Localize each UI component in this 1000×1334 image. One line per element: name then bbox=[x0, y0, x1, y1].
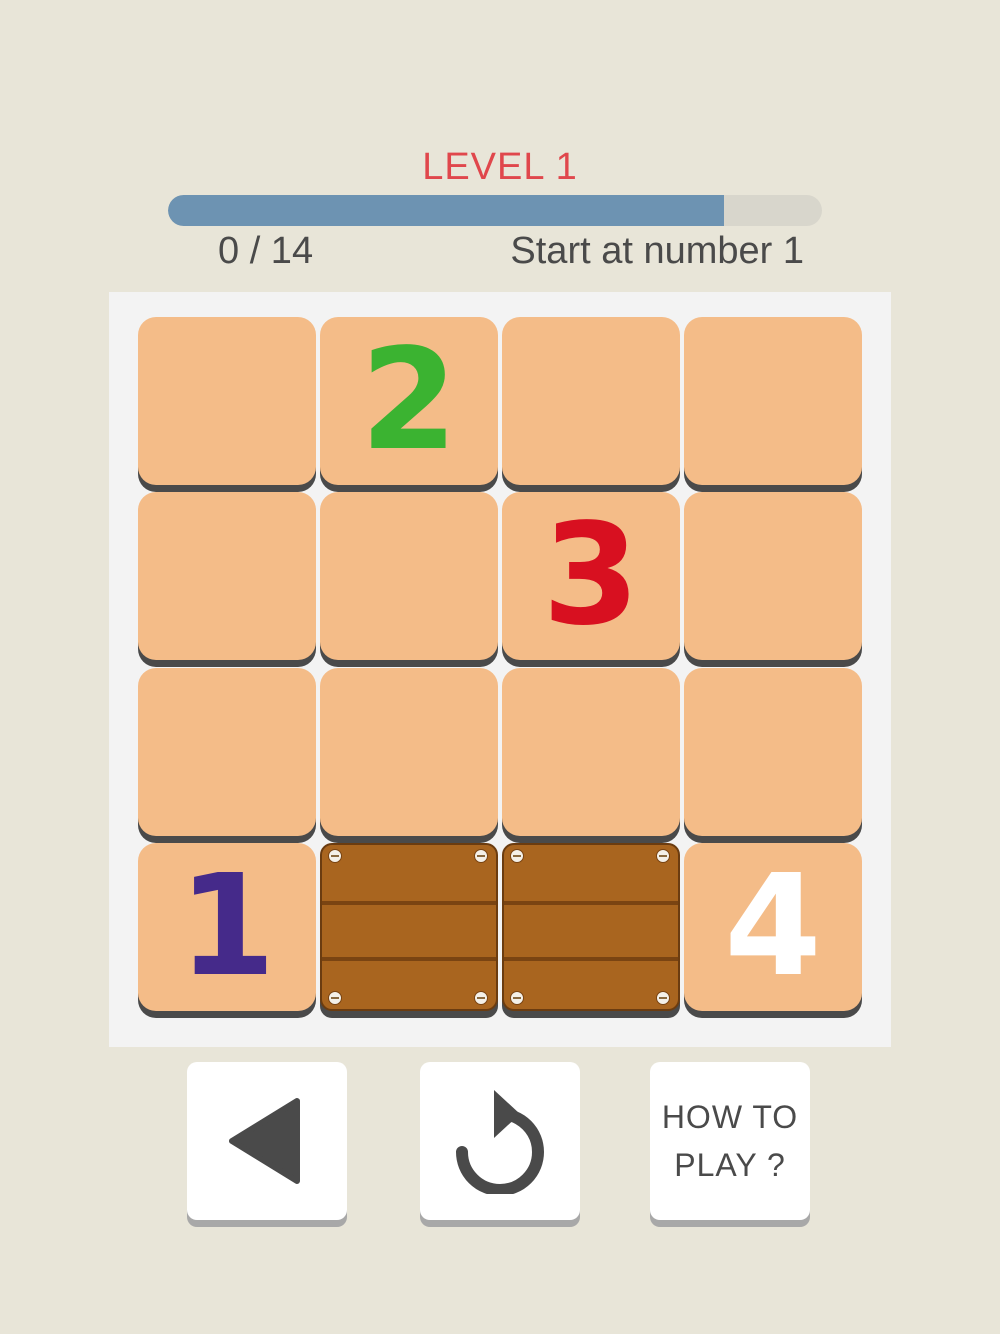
empty-tile[interactable] bbox=[320, 668, 498, 842]
screw-icon bbox=[656, 991, 670, 1005]
tile-face bbox=[138, 668, 316, 836]
wood-block-tile bbox=[502, 843, 680, 1017]
tile-face bbox=[684, 492, 862, 660]
empty-tile[interactable] bbox=[684, 317, 862, 491]
empty-tile[interactable] bbox=[138, 317, 316, 491]
tile-face bbox=[684, 317, 862, 485]
game-board: 23 1 4 bbox=[109, 292, 891, 1047]
tile-face: 4 bbox=[684, 843, 862, 1011]
screw-icon bbox=[510, 991, 524, 1005]
screw-icon bbox=[656, 849, 670, 863]
plank-seam bbox=[322, 957, 496, 961]
back-button[interactable] bbox=[187, 1062, 347, 1220]
how-to-play-button[interactable]: HOW TO PLAY ? bbox=[650, 1062, 810, 1220]
hint-text: Start at number 1 bbox=[510, 230, 804, 272]
tile-face bbox=[320, 843, 498, 1011]
empty-tile[interactable] bbox=[684, 668, 862, 842]
triangle-left-icon bbox=[229, 1098, 300, 1184]
tile-face: 3 bbox=[502, 492, 680, 660]
plank-seam bbox=[504, 901, 678, 905]
tile-number: 4 bbox=[724, 845, 822, 1008]
number-tile-1[interactable]: 1 bbox=[138, 843, 316, 1017]
number-tile-2[interactable]: 2 bbox=[320, 317, 498, 491]
screw-icon bbox=[328, 991, 342, 1005]
tile-number: 3 bbox=[542, 494, 640, 657]
tile-face: 2 bbox=[320, 317, 498, 485]
tile-face bbox=[502, 668, 680, 836]
tile-face bbox=[138, 317, 316, 485]
progress-bar bbox=[168, 195, 822, 226]
tile-number: 2 bbox=[360, 319, 458, 482]
screw-icon bbox=[474, 849, 488, 863]
wood-block-tile bbox=[320, 843, 498, 1017]
plank-seam bbox=[504, 957, 678, 961]
empty-tile[interactable] bbox=[502, 317, 680, 491]
how-to-play-line1: HOW TO bbox=[661, 1099, 799, 1135]
tile-face bbox=[138, 492, 316, 660]
tile-face bbox=[502, 317, 680, 485]
how-to-play-line2: PLAY ? bbox=[674, 1147, 786, 1183]
empty-tile[interactable] bbox=[320, 492, 498, 666]
screw-icon bbox=[328, 849, 342, 863]
tile-face: 1 bbox=[138, 843, 316, 1011]
empty-tile[interactable] bbox=[502, 668, 680, 842]
move-counter: 0 / 14 bbox=[218, 230, 314, 272]
plank-seam bbox=[322, 901, 496, 905]
tile-number: 1 bbox=[178, 845, 276, 1008]
empty-tile[interactable] bbox=[684, 492, 862, 666]
tile-face bbox=[684, 668, 862, 836]
tile-face bbox=[320, 492, 498, 660]
screw-icon bbox=[510, 849, 524, 863]
restart-button[interactable] bbox=[420, 1062, 580, 1220]
empty-tile[interactable] bbox=[138, 492, 316, 666]
number-tile-3[interactable]: 3 bbox=[502, 492, 680, 666]
screw-icon bbox=[474, 991, 488, 1005]
tile-face bbox=[502, 843, 680, 1011]
restart-icon bbox=[456, 1090, 544, 1194]
number-tile-4[interactable]: 4 bbox=[684, 843, 862, 1017]
tile-face bbox=[320, 668, 498, 836]
level-title: LEVEL 1 bbox=[422, 146, 578, 188]
empty-tile[interactable] bbox=[138, 668, 316, 842]
progress-fill bbox=[168, 195, 724, 226]
